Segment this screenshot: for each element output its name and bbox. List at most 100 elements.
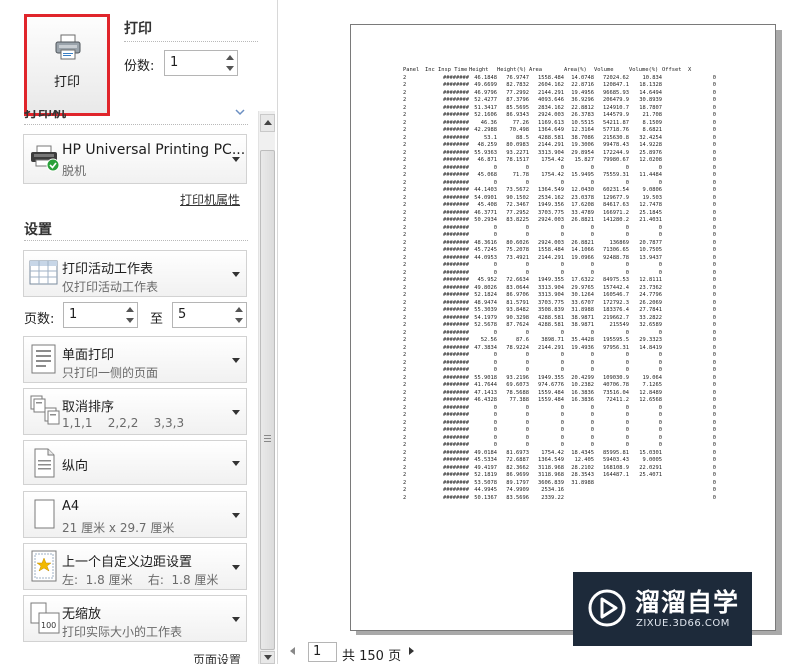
table-cell: ########: [443, 134, 469, 141]
table-cell: ########: [443, 157, 469, 163]
table-cell: 0: [525, 329, 529, 336]
paper-size-dropdown[interactable]: A4 21 厘米 x 29.7 厘米: [23, 491, 247, 538]
table-cell: 0: [712, 457, 716, 463]
table-cell: [662, 480, 688, 488]
table-cell: 0: [560, 404, 564, 411]
settings-scrollbar[interactable]: [258, 111, 275, 664]
table-cell: 48.259: [477, 142, 497, 148]
table-cell: 0: [712, 307, 716, 313]
table-cell: 90.3298: [506, 314, 529, 321]
current-page-input[interactable]: 1: [308, 642, 337, 662]
table-cell: ########: [443, 112, 469, 118]
table-cell: 0: [560, 412, 564, 418]
table-cell: ########: [443, 487, 469, 493]
table-cell: [662, 382, 688, 390]
table-cell: 0: [712, 367, 716, 373]
table-cell: 0: [493, 329, 497, 336]
previous-page-icon[interactable]: [290, 647, 295, 655]
table-cell: 0: [560, 269, 564, 276]
table-cell: 2: [403, 269, 407, 276]
table-cell: 72.6887: [506, 457, 529, 463]
table-cell: 12.0208: [639, 157, 662, 163]
printer-dropdown[interactable]: HP Universal Printing PC... 脱机: [23, 134, 247, 184]
scroll-up-button[interactable]: [260, 114, 275, 132]
custom-margins-icon: [31, 550, 57, 582]
table-cell: 13.9437: [639, 254, 662, 261]
printer-properties-link[interactable]: 打印机属性: [180, 191, 240, 208]
increment-icon[interactable]: [126, 307, 134, 312]
table-cell: 78.5688: [506, 389, 529, 396]
table-cell: 78.9224: [506, 344, 529, 351]
table-cell: 19.064: [642, 374, 662, 381]
table-row: 2 ######## 46.1848 76.9747 1558.484 14.0748 72…: [403, 75, 716, 83]
table-cell: 0: [525, 434, 529, 441]
decrement-icon[interactable]: [226, 66, 234, 71]
table-cell: 44.9945: [474, 487, 497, 493]
watermark-logo: 溜溜自学 ZIXUE.3D66.COM: [573, 572, 752, 646]
table-cell: 2: [403, 479, 407, 486]
table-cell: 50.2934: [474, 217, 497, 223]
collation-dropdown[interactable]: 取消排序 1,1,1 2,2,2 3,3,3: [23, 388, 247, 435]
divider: [24, 240, 248, 241]
sides-dropdown[interactable]: 单面打印 只打印一侧的页面: [23, 336, 247, 383]
margins-dropdown[interactable]: 上一个自定义边距设置 左: 1.8 厘米 右: 1.8 厘米: [23, 543, 247, 590]
table-cell: 0: [658, 434, 662, 441]
table-cell: [662, 397, 688, 405]
pages-to-input[interactable]: 5: [172, 302, 247, 328]
table-cell: 80.0983: [506, 142, 529, 148]
table-cell: 0: [712, 374, 716, 381]
increment-icon[interactable]: [226, 55, 234, 60]
table-cell: 0: [658, 359, 662, 366]
table-cell: 0: [625, 262, 629, 268]
orientation-dropdown[interactable]: 纵向: [23, 440, 247, 485]
table-cell: 90.1502: [506, 194, 529, 201]
pages-from-input[interactable]: 1: [63, 302, 138, 328]
table-cell: 83.0644: [506, 284, 529, 291]
table-cell: 0: [625, 269, 629, 276]
table-cell: 84975.53: [603, 277, 629, 283]
table-cell: ########: [443, 382, 469, 388]
decrement-icon[interactable]: [126, 318, 134, 323]
table-cell: 25.1845: [639, 209, 662, 216]
table-row: 2 ######## 0 0 0 0 0 0 0: [403, 352, 716, 360]
table-cell: 0: [525, 419, 529, 426]
table-row: 2 ######## 53.1 88.5 4288.581 38.7086 215630.8…: [403, 135, 716, 143]
table-row: 2 ######## 0 0 0 0 0 0 0: [403, 232, 716, 240]
table-cell: 0: [712, 299, 716, 306]
increment-icon[interactable]: [235, 307, 243, 312]
scroll-down-button[interactable]: [260, 651, 275, 664]
table-cell: 172244.9: [603, 149, 629, 156]
table-cell: 2: [403, 284, 407, 291]
table-cell: [662, 472, 688, 480]
paper-size-title: A4: [62, 499, 80, 514]
table-cell: [662, 120, 688, 128]
next-page-icon[interactable]: [409, 647, 414, 655]
table-cell: ########: [443, 419, 469, 426]
table-cell: [662, 210, 688, 218]
table-cell: 0: [625, 179, 629, 186]
table-cell: 160546.7: [603, 292, 629, 298]
table-cell: 4288.581: [538, 314, 564, 321]
table-cell: 40706.78: [603, 382, 629, 388]
table-cell: 2924.003: [538, 239, 564, 246]
sides-title: 单面打印: [62, 348, 115, 363]
dropdown-arrow-icon: [232, 410, 240, 415]
print-button[interactable]: 打印: [24, 14, 110, 116]
table-cell: 0: [525, 269, 529, 276]
table-cell: [662, 330, 688, 338]
table-cell: 0: [712, 359, 716, 366]
scaling-dropdown[interactable]: 100 无缩放 打印实际大小的工作表: [23, 595, 247, 642]
table-cell: 0: [658, 179, 662, 186]
page-setup-link[interactable]: 页面设置: [193, 651, 241, 664]
copies-stepper[interactable]: 1: [164, 50, 238, 76]
table-cell: 0: [625, 434, 629, 441]
decrement-icon[interactable]: [235, 318, 243, 323]
table-cell: 32.4254: [639, 134, 662, 141]
table-cell: 2: [403, 397, 407, 403]
table-cell: 0: [590, 442, 594, 448]
scroll-thumb[interactable]: [260, 150, 275, 650]
print-what-dropdown[interactable]: 打印活动工作表 仅打印活动工作表: [23, 250, 247, 297]
table-cell: 1364.549: [538, 457, 564, 463]
table-cell: 92488.78: [603, 254, 629, 261]
table-cell: 124910.7: [603, 104, 629, 111]
